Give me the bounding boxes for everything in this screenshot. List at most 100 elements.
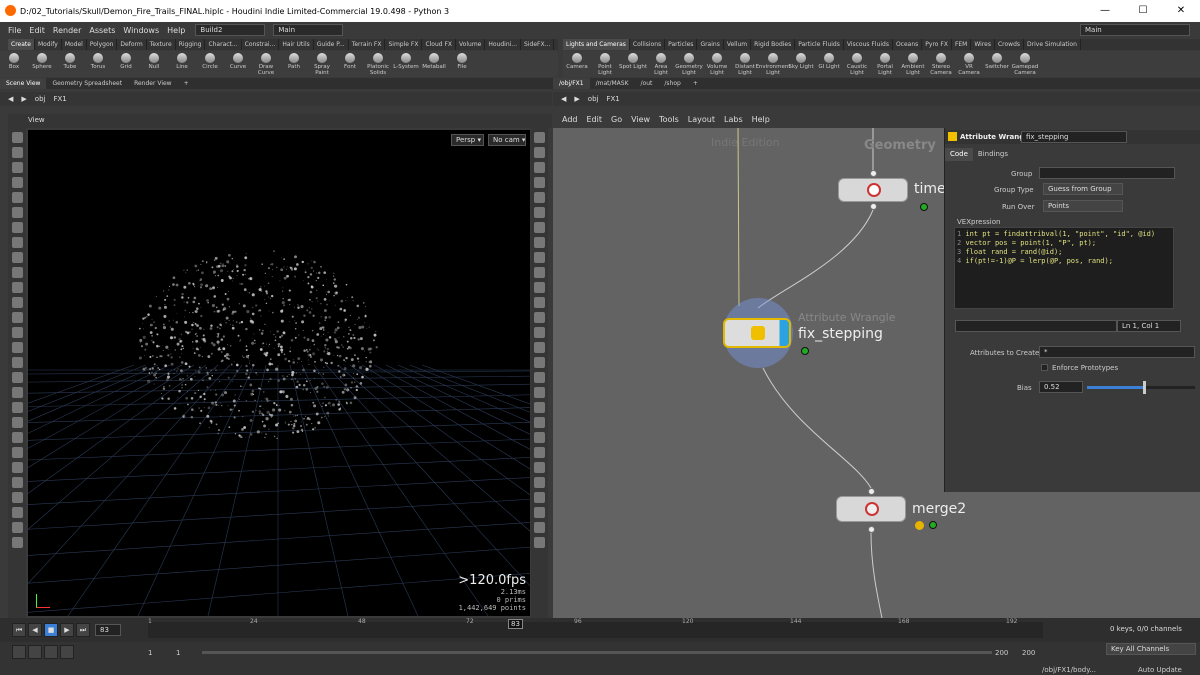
tool-icon[interactable] [11,492,23,503]
desktop-dropdown[interactable]: Build2 [195,24,266,36]
menu-windows[interactable]: Windows [123,26,159,35]
add-tab-icon[interactable]: + [687,78,704,89]
shelf-tab[interactable]: Vellum [724,39,752,50]
tool-icon[interactable] [11,432,23,443]
shelf-tab[interactable]: Constrai... [242,39,280,50]
tool-icon[interactable] [11,372,23,383]
shelf-tab[interactable]: FEM [952,39,972,50]
bias-slider[interactable] [1087,381,1195,394]
shelf-tab[interactable]: Deform [117,39,147,50]
vex-code-editor[interactable]: 1 int pt = findattribval(1, "point", "id… [954,227,1174,309]
shelf-tool[interactable]: Geometry Light [675,51,703,77]
net-menu-view[interactable]: View [631,115,650,124]
shelf-tab[interactable]: Oceans [893,39,923,50]
tool-icon[interactable] [11,252,23,263]
tool-icon[interactable] [11,282,23,293]
param-node-name[interactable]: fix_stepping [1021,131,1127,143]
tool-icon[interactable] [534,477,545,488]
tool-icon[interactable] [534,447,545,458]
tool-icon[interactable] [534,162,545,173]
shelf-tool[interactable]: Font [336,51,364,77]
node-merge2[interactable] [836,496,906,522]
shelf-tab[interactable]: Polygon [87,39,118,50]
tool-icon[interactable] [11,297,23,308]
tool-icon[interactable] [534,132,545,143]
tool-icon[interactable] [11,207,23,218]
forward-icon[interactable]: ▶ [21,95,26,103]
tool-icon[interactable] [11,402,23,413]
tool-icon[interactable] [534,492,545,503]
tool-icon[interactable] [534,177,545,188]
tool-icon[interactable] [534,192,545,203]
tool-icon[interactable] [534,252,545,263]
tool-icon[interactable] [534,522,545,533]
shelf-tab[interactable]: Particles [665,39,698,50]
tool-icon[interactable] [11,162,23,173]
tool-icon[interactable] [534,267,545,278]
tool-icon[interactable] [11,312,23,323]
shelf-tool[interactable]: Gamepad Camera [1011,51,1039,77]
tool-icon[interactable] [11,417,23,428]
attributes-to-create-field[interactable]: * [1039,346,1195,358]
persp-dropdown[interactable]: Persp ▾ [451,134,484,146]
path-root[interactable]: obj [35,95,46,103]
tool-icon[interactable] [11,237,23,248]
range-end-2[interactable]: 200 [1022,649,1035,657]
shelf-tool[interactable]: Sphere [28,51,56,77]
bias-slider-handle[interactable] [1143,381,1147,394]
shelf-tool[interactable]: Box [0,51,28,77]
shelf-tab[interactable]: Simple FX [385,39,423,50]
shelf-tab[interactable]: Modify [35,39,62,50]
shelf-tab[interactable]: Guide P... [314,39,349,50]
shelf-tab[interactable]: Terrain FX [349,39,386,50]
tool-icon[interactable] [11,267,23,278]
shelf-tool[interactable]: Circle [196,51,224,77]
tool-icon[interactable] [11,327,23,338]
tab-code[interactable]: Code [945,148,973,161]
net-menu-go[interactable]: Go [611,115,622,124]
node-fix-stepping[interactable] [723,318,791,348]
back-icon[interactable]: ◀ [561,95,566,103]
shelf-tool[interactable]: Line [168,51,196,77]
key-all-channels-dropdown[interactable]: Key All Channels [1106,643,1196,655]
shelf-tab[interactable]: Cloud FX [422,39,457,50]
shelf-tool[interactable]: Environment Light [755,51,791,77]
current-frame-field[interactable]: 83 [95,624,121,636]
tool-icon[interactable] [11,387,23,398]
tool-icon[interactable] [534,282,545,293]
shelf-tool[interactable]: Platonic Solids [364,51,392,77]
shelf-tool[interactable]: Stereo Camera [927,51,955,77]
forward-icon[interactable]: ▶ [574,95,579,103]
desktop-main-dropdown[interactable]: Main [273,24,344,36]
tool-icon[interactable] [534,387,545,398]
group-field[interactable] [1039,167,1175,179]
tool-icon[interactable] [11,132,23,143]
shelf-tool[interactable]: Torus [84,51,112,77]
minimize-button[interactable]: — [1086,0,1124,22]
range-end[interactable]: 200 [995,649,1008,657]
range-start[interactable]: 1 [148,649,152,657]
shelf-tab[interactable]: Pyro FX [922,39,952,50]
tool-icon[interactable] [534,237,545,248]
tool-icon[interactable] [534,462,545,473]
tool-icon[interactable] [534,297,545,308]
shelf-tool[interactable]: VR Camera [955,51,983,77]
shelf-tool[interactable]: Portal Light [871,51,899,77]
tool-icon[interactable] [534,147,545,158]
audio-icon[interactable] [28,645,42,659]
shelf-tab[interactable]: Hair Utils [279,39,314,50]
first-frame-button[interactable]: ⏮ [12,623,26,637]
shelf-tab[interactable]: Create [8,39,35,50]
shelf-tab[interactable]: Volume [456,39,486,50]
tab-out[interactable]: /out [635,78,659,89]
shelf-tab[interactable]: Grains [697,39,724,50]
tool-icon[interactable] [11,477,23,488]
tool-icon[interactable] [11,147,23,158]
tool-icon[interactable] [534,402,545,413]
tab-shop[interactable]: /shop [658,78,686,89]
enforce-prototypes-checkbox[interactable] [1041,364,1048,371]
play-button[interactable]: ▶ [60,623,74,637]
tab-render-view[interactable]: Render View [128,78,178,89]
auto-update-dropdown[interactable]: Auto Update [1138,666,1182,674]
node-output-dot[interactable] [870,203,877,210]
